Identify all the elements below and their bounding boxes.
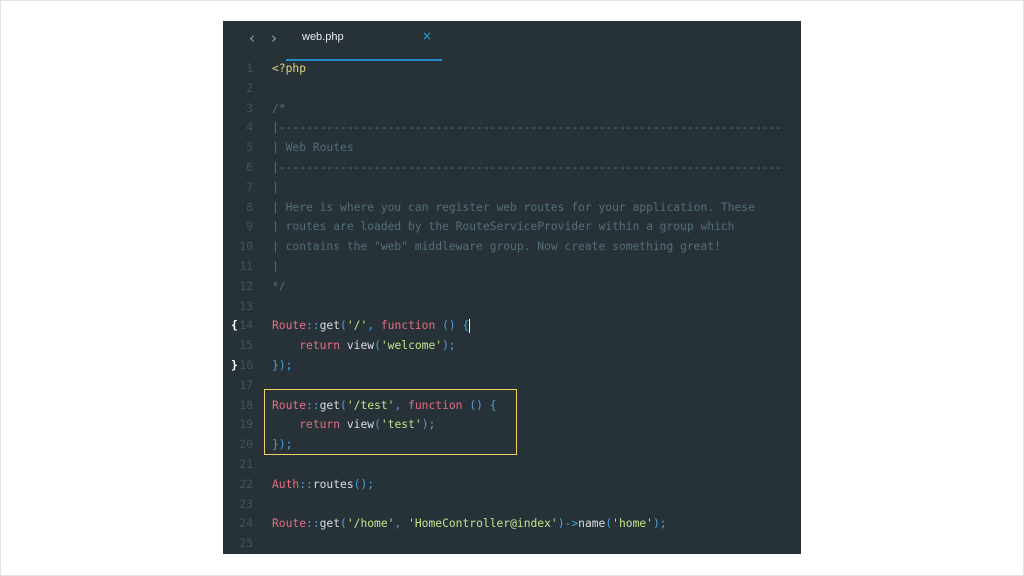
code-editor: ‹ › web.php × 1 <?php 2 3 /* 4 |-----------… [223, 21, 801, 554]
code-line: 12 */ [223, 277, 801, 297]
line-number: 7 [246, 180, 253, 194]
line-text: | Web Routes [272, 141, 354, 155]
code-area[interactable]: 1 <?php 2 3 /* 4 |-------------------------… [223, 59, 801, 554]
code-line: 7 | [223, 178, 801, 198]
line-text: | Here is where you can register web rou… [272, 200, 755, 214]
line-text: |---------------------------------------… [272, 160, 783, 174]
line-number: 13 [239, 299, 253, 313]
code-line: 25 [223, 534, 801, 554]
highlight-box [264, 389, 517, 455]
line-text: | [272, 180, 279, 194]
line-number: 22 [239, 477, 253, 491]
line-number: 2 [246, 81, 253, 95]
line-text: */ [272, 279, 286, 293]
line-number: 15 [239, 339, 253, 353]
line-number: 21 [239, 457, 253, 471]
line-text: /* [272, 101, 286, 115]
line-text: | contains the "web" middleware group. N… [272, 240, 721, 254]
code-line: 3 /* [223, 99, 801, 119]
code-line: 23 [223, 495, 801, 515]
tab-web-php[interactable]: web.php × [286, 21, 442, 61]
line-text: |---------------------------------------… [272, 121, 783, 135]
line-number: 18 [239, 398, 253, 412]
line-text: <?php [272, 62, 307, 75]
code-line: 10 | contains the "web" middleware group.… [223, 237, 801, 257]
line-number: 23 [239, 497, 253, 511]
close-icon[interactable]: × [422, 29, 432, 43]
line-text: Route::get('/home', 'HomeController@inde… [272, 517, 667, 531]
line-number: 16 [239, 358, 253, 372]
line-text: }); [272, 358, 293, 372]
line-number: 6 [246, 160, 253, 174]
line-number: 5 [246, 141, 253, 155]
line-number: 4 [246, 121, 253, 135]
line-number: 25 [239, 537, 253, 551]
code-line: 6 |--------------------------------------… [223, 158, 801, 178]
code-line: 5 | Web Routes [223, 138, 801, 158]
line-number: 20 [239, 438, 253, 452]
line-number: 10 [239, 240, 253, 254]
code-line: 24 Route::get('/home', 'HomeController@in… [223, 514, 801, 534]
code-line: 1 <?php [223, 59, 801, 79]
line-number: 11 [239, 259, 253, 273]
line-number: 14 [239, 319, 253, 333]
line-number: 24 [239, 517, 253, 531]
line-text: | [272, 259, 279, 273]
code-line: 8 | Here is where you can register web ro… [223, 198, 801, 218]
line-number: 1 [246, 62, 253, 75]
code-line: {14 Route::get('/', function () { [223, 316, 801, 336]
code-line: 4 |--------------------------------------… [223, 118, 801, 138]
code-line: 22 Auth::routes(); [223, 475, 801, 495]
code-line: 21 [223, 455, 801, 475]
line-text: | routes are loaded by the RouteServiceP… [272, 220, 735, 234]
tab-label: web.php [302, 31, 344, 43]
forward-arrow-icon[interactable]: › [268, 31, 280, 46]
line-number: 19 [239, 418, 253, 432]
line-number: 12 [239, 279, 253, 293]
code-line: 11 | [223, 257, 801, 277]
line-text: Auth::routes(); [272, 477, 375, 491]
line-number: 3 [246, 101, 253, 115]
line-text: Route::get('/', function () { [272, 319, 471, 334]
code-line: 13 [223, 297, 801, 317]
back-arrow-icon[interactable]: ‹ [246, 31, 258, 46]
code-line: } 16}); [223, 356, 801, 376]
code-line: 2 [223, 79, 801, 99]
line-text: return view('welcome'); [299, 339, 456, 353]
line-number: 17 [239, 378, 253, 392]
line-number: 9 [246, 220, 253, 234]
line-number: 8 [246, 200, 253, 214]
code-line: 9 | routes are loaded by the RouteService… [223, 217, 801, 237]
text-cursor [469, 319, 471, 334]
tab-bar: ‹ › web.php × [223, 21, 801, 61]
code-line: 15 return view('welcome'); [223, 336, 801, 356]
